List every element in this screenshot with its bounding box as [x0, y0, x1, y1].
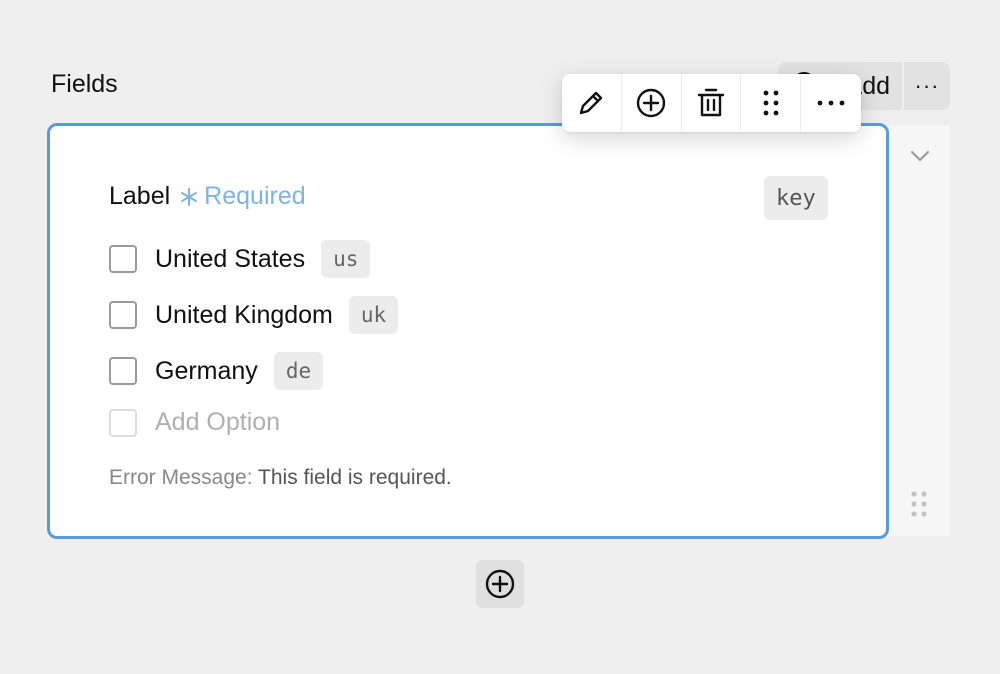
- option-checkbox[interactable]: [109, 245, 137, 273]
- pencil-icon: [580, 91, 603, 115]
- chevron-down-icon[interactable]: [910, 146, 930, 166]
- option-row: Germany de: [109, 352, 324, 390]
- trash-icon: [697, 88, 725, 117]
- option-label[interactable]: United Kingdom: [155, 301, 333, 330]
- required-label: Required: [204, 182, 306, 210]
- option-code-badge[interactable]: us: [321, 240, 371, 278]
- option-checkbox[interactable]: [109, 357, 137, 385]
- option-code-badge[interactable]: uk: [348, 296, 399, 334]
- field-toolbar: [562, 74, 861, 132]
- drag-handle-icon[interactable]: [908, 490, 930, 520]
- more-button[interactable]: ···: [904, 62, 950, 110]
- plus-circle-icon: [485, 569, 515, 599]
- option-label[interactable]: Germany: [155, 357, 258, 386]
- option-label[interactable]: United States: [155, 245, 305, 274]
- add-option-row[interactable]: Add Option: [109, 408, 296, 437]
- option-row: United Kingdom uk: [109, 296, 399, 334]
- more-icon: [817, 100, 845, 106]
- add-option-input[interactable]: Add Option: [155, 408, 280, 437]
- add-field-below-button[interactable]: [476, 560, 524, 608]
- drag-handle-icon: [763, 90, 779, 116]
- error-message-label: Error Message:: [109, 466, 253, 489]
- plus-circle-icon: [636, 88, 666, 118]
- required-indicator: Required: [180, 182, 306, 211]
- field-label-row: Label Required: [109, 182, 306, 211]
- option-row: United States us: [109, 240, 371, 278]
- more-options-button[interactable]: [801, 74, 861, 132]
- asterisk-icon: [181, 187, 198, 206]
- add-option-checkbox: [109, 408, 137, 437]
- delete-button[interactable]: [682, 74, 742, 132]
- error-message: Error Message: This field is required.: [109, 466, 452, 490]
- option-code-badge[interactable]: de: [273, 352, 324, 390]
- page-title: Fields: [51, 70, 118, 98]
- option-checkbox[interactable]: [109, 301, 137, 329]
- field-label: Label: [109, 182, 171, 210]
- error-message-text[interactable]: This field is required.: [258, 466, 452, 489]
- add-button[interactable]: [622, 74, 682, 132]
- edit-button[interactable]: [562, 74, 622, 132]
- drag-button[interactable]: [741, 74, 802, 132]
- field-card[interactable]: Label Required key United States us Unit…: [47, 123, 889, 539]
- side-panel: [886, 126, 950, 536]
- key-badge[interactable]: key: [764, 176, 828, 220]
